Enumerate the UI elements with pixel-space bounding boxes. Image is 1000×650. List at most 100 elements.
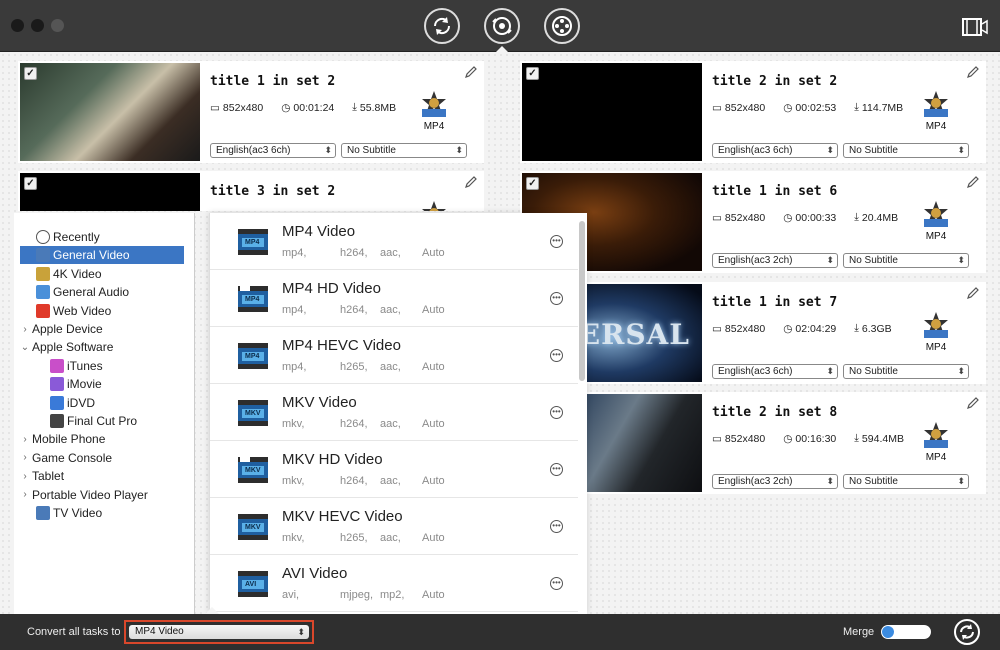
video-thumbnail[interactable]: [20, 173, 200, 211]
video-thumbnail[interactable]: [20, 63, 200, 161]
output-format-badge[interactable]: MP4: [416, 199, 452, 211]
format-item[interactable]: MKV MKV HD Video mkv, h264, aac, Auto •••: [210, 441, 578, 498]
output-format-badge[interactable]: MP4: [918, 89, 954, 132]
video-thumbnail[interactable]: [522, 63, 702, 161]
settings-film-icon[interactable]: [962, 16, 988, 38]
pencil-icon[interactable]: [966, 286, 980, 300]
category-item[interactable]: Final Cut Pro: [14, 412, 137, 430]
minimize-window-button[interactable]: [31, 19, 44, 32]
subtitle-select[interactable]: No Subtitle: [843, 143, 969, 158]
download-icon: ⤓: [352, 101, 357, 113]
category-item[interactable]: General Audio: [14, 283, 129, 301]
4k-icon: [36, 266, 50, 281]
audio-track-select[interactable]: English(ac3 6ch): [712, 364, 838, 379]
merge-toggle[interactable]: [881, 625, 931, 639]
format-audio-codec: aac,: [380, 532, 401, 544]
resolution-value: 852x480: [724, 211, 766, 224]
format-name: MP4 HEVC Video: [282, 337, 401, 354]
format-quality: Auto: [422, 361, 445, 373]
category-item[interactable]: iMovie: [14, 375, 102, 393]
more-options-icon[interactable]: •••: [550, 463, 563, 476]
pencil-icon[interactable]: [966, 396, 980, 410]
format-video-codec: h264,: [340, 418, 368, 430]
more-options-icon[interactable]: •••: [550, 520, 563, 533]
category-item[interactable]: › Game Console: [14, 449, 112, 467]
output-format-badge[interactable]: MP4: [918, 199, 954, 242]
disclosure-arrow-icon[interactable]: ›: [18, 489, 32, 500]
download-icon: ⤓: [854, 101, 859, 113]
disclosure-arrow-icon[interactable]: ›: [18, 452, 32, 463]
format-name: MP4 Video: [282, 223, 356, 240]
category-item[interactable]: Web Video: [14, 302, 111, 320]
format-reel-icon: [924, 91, 948, 117]
category-item[interactable]: › Tablet: [14, 467, 64, 485]
audio-track-select[interactable]: English(ac3 6ch): [210, 143, 336, 158]
format-item[interactable]: AVI AVI Video avi, mjpeg, mp2, Auto •••: [210, 555, 578, 612]
size-info: ⤓ 55.8MB: [352, 101, 396, 114]
disclosure-arrow-icon[interactable]: ›: [18, 324, 32, 335]
category-item[interactable]: TV Video: [14, 504, 102, 522]
format-item[interactable]: MP4 MP4 Video mp4, h264, aac, Auto •••: [210, 213, 578, 270]
category-item[interactable]: Recently: [14, 228, 100, 246]
category-item[interactable]: iTunes: [14, 357, 103, 375]
format-item[interactable]: MP4 MP4 HD Video mp4, h264, aac, Auto •••: [210, 270, 578, 327]
format-item[interactable]: MKV MKV Video mkv, h264, aac, Auto •••: [210, 384, 578, 441]
more-options-icon[interactable]: •••: [550, 292, 563, 305]
output-format-badge[interactable]: MP4: [918, 420, 954, 463]
category-item[interactable]: › Portable Video Player: [14, 486, 148, 504]
subtitle-select[interactable]: No Subtitle: [843, 253, 969, 268]
category-item[interactable]: › Mobile Phone: [14, 430, 105, 448]
video-meta: ▭ 852x480 ◷ 00:01:24 ⤓ 55.8MB: [210, 101, 414, 114]
more-options-icon[interactable]: •••: [550, 235, 563, 248]
audio-track-select[interactable]: English(ac3 2ch): [712, 474, 838, 489]
subtitle-select[interactable]: No Subtitle: [341, 143, 467, 158]
more-options-icon[interactable]: •••: [550, 577, 563, 590]
video-reel-icon: [552, 16, 572, 36]
dvd-rip-mode-button[interactable]: [484, 8, 520, 44]
monitor-icon: ▭: [210, 101, 220, 114]
output-format-badge[interactable]: MP4: [918, 310, 954, 353]
merge-toggle-knob: [882, 626, 894, 638]
format-icon-tag: MP4: [245, 296, 260, 303]
format-list-scrollbar[interactable]: [579, 221, 585, 381]
format-film-icon: MP4: [236, 284, 270, 314]
category-item[interactable]: › Apple Device: [14, 320, 102, 338]
final-cut-icon: [50, 414, 64, 428]
format-item[interactable]: MKV MKV HEVC Video mkv, h265, aac, Auto •••: [210, 498, 578, 555]
youtube-icon: [36, 303, 50, 318]
pencil-icon[interactable]: [966, 65, 980, 79]
category-item[interactable]: iDVD: [14, 394, 95, 412]
output-format-badge[interactable]: MP4: [416, 89, 452, 132]
format-item[interactable]: MP4 MP4 HEVC Video mp4, h265, aac, Auto •••: [210, 327, 578, 384]
select-checkbox[interactable]: ✓: [24, 67, 37, 80]
format-audio-codec: mp2,: [380, 589, 405, 601]
format-audio-codec: aac,: [380, 361, 401, 373]
category-item[interactable]: ⌄ Apple Software: [14, 338, 114, 356]
more-options-icon[interactable]: •••: [550, 349, 563, 362]
zoom-window-button[interactable]: [51, 19, 64, 32]
resolution-info: ▭ 852x480: [712, 433, 765, 445]
start-convert-button[interactable]: [954, 619, 980, 645]
disclosure-arrow-icon[interactable]: ⌄: [18, 342, 32, 353]
select-checkbox[interactable]: ✓: [526, 177, 539, 190]
disclosure-arrow-icon[interactable]: ›: [18, 434, 32, 445]
audio-track-select[interactable]: English(ac3 6ch): [712, 143, 838, 158]
subtitle-select[interactable]: No Subtitle: [843, 474, 969, 489]
more-options-icon[interactable]: •••: [550, 406, 563, 419]
select-checkbox[interactable]: ✓: [526, 67, 539, 80]
close-window-button[interactable]: [11, 19, 24, 32]
pencil-icon[interactable]: [464, 65, 478, 79]
monitor-icon: ▭: [712, 211, 722, 224]
select-checkbox[interactable]: ✓: [24, 177, 37, 190]
convert-mode-button[interactable]: [424, 8, 460, 44]
disclosure-arrow-icon[interactable]: ›: [18, 471, 32, 482]
convert-all-select[interactable]: MP4 Video: [129, 625, 309, 639]
category-label: TV Video: [53, 506, 103, 520]
category-item[interactable]: General Video: [20, 246, 184, 265]
audio-track-select[interactable]: English(ac3 2ch): [712, 253, 838, 268]
subtitle-select[interactable]: No Subtitle: [843, 364, 969, 379]
category-item[interactable]: 4K Video: [14, 265, 102, 283]
pencil-icon[interactable]: [464, 175, 478, 189]
pencil-icon[interactable]: [966, 175, 980, 189]
video-tools-button[interactable]: [544, 8, 580, 44]
